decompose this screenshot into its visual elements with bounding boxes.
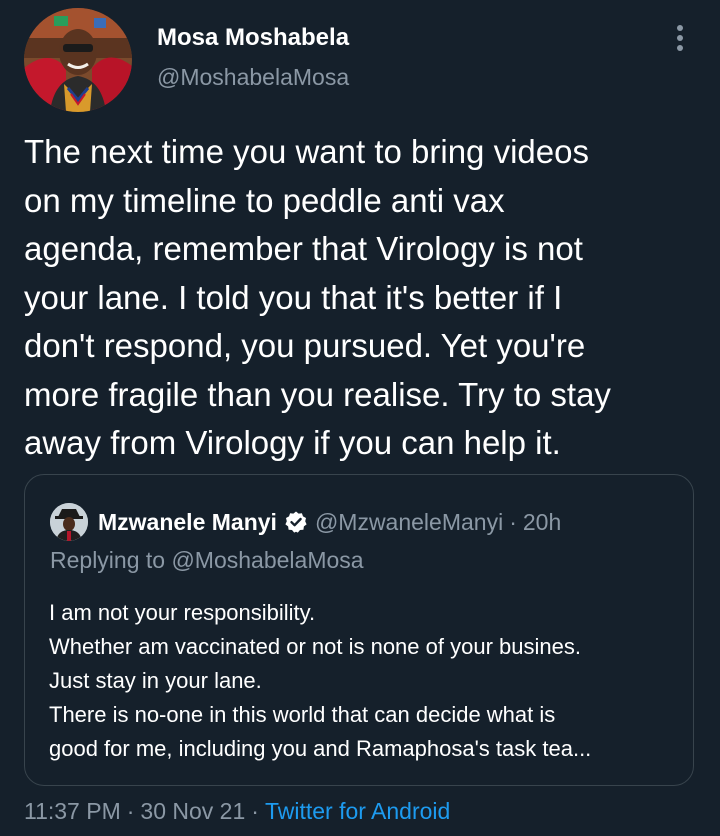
author-handle[interactable]: @MoshabelaMosa bbox=[157, 64, 349, 91]
quoted-text-line: Just stay in your lane. bbox=[49, 668, 262, 693]
more-vertical-icon-dot bbox=[677, 45, 683, 51]
quoted-text-line: good for me, including you and Ramaphosa… bbox=[49, 736, 592, 761]
tweet-text: The next time you want to bring videos o… bbox=[24, 128, 704, 468]
quoted-author-avatar[interactable] bbox=[50, 503, 88, 541]
tweet-text-line: your lane. I told you that it's better i… bbox=[24, 278, 563, 316]
tweet-metadata: 11:37 PM · 30 Nov 21 · Twitter for Android bbox=[24, 798, 450, 825]
quoted-text-line: There is no-one in this world that can d… bbox=[49, 702, 556, 727]
more-vertical-icon bbox=[677, 25, 683, 31]
quoted-header: Mzwanele Manyi @MzwaneleManyi · 20h bbox=[98, 503, 561, 541]
tweet-text-line: on my timeline to peddle anti vax bbox=[24, 181, 505, 219]
tweet-time[interactable]: 11:37 PM bbox=[24, 798, 121, 824]
more-vertical-icon-dot bbox=[677, 35, 683, 41]
quoted-text: I am not your responsibility. Whether am… bbox=[49, 596, 679, 766]
author-avatar[interactable] bbox=[24, 8, 132, 112]
tweet-text-line: agenda, remember that Virology is not bbox=[24, 230, 583, 267]
quoted-text-line: Whether am vaccinated or not is none of … bbox=[49, 634, 581, 659]
footer-separator: · bbox=[251, 798, 259, 824]
quoted-separator: · bbox=[509, 508, 517, 535]
author-display-name[interactable]: Mosa Moshabela bbox=[157, 24, 349, 52]
tweet-text-line: The next time you want to bring videos bbox=[24, 133, 589, 170]
tweet-source-link[interactable]: Twitter for Android bbox=[265, 798, 450, 824]
tweet-text-line: more fragile than you realise. Try to st… bbox=[24, 375, 611, 413]
quoted-handle[interactable]: @MzwaneleManyi bbox=[315, 509, 503, 536]
quoted-timestamp[interactable]: 20h bbox=[523, 509, 561, 536]
quoted-tweet-card[interactable]: Mzwanele Manyi @MzwaneleManyi · 20h Repl… bbox=[24, 474, 694, 786]
quoted-replying-to: Replying to @MoshabelaMosa bbox=[50, 547, 364, 573]
quoted-display-name[interactable]: Mzwanele Manyi bbox=[98, 509, 277, 536]
footer-separator: · bbox=[126, 798, 135, 824]
more-options-button[interactable] bbox=[664, 18, 696, 58]
tweet-text-line: don't respond, you pursued. Yet you're bbox=[24, 327, 586, 364]
tweet: Mosa Moshabela @MoshabelaMosa The next t… bbox=[0, 0, 720, 836]
quoted-text-line: I am not your responsibility. bbox=[49, 600, 316, 625]
verified-badge-icon bbox=[284, 510, 308, 534]
tweet-text-line: away from Virology if you can help it. bbox=[24, 424, 561, 461]
tweet-date[interactable]: 30 Nov 21 bbox=[140, 798, 245, 824]
